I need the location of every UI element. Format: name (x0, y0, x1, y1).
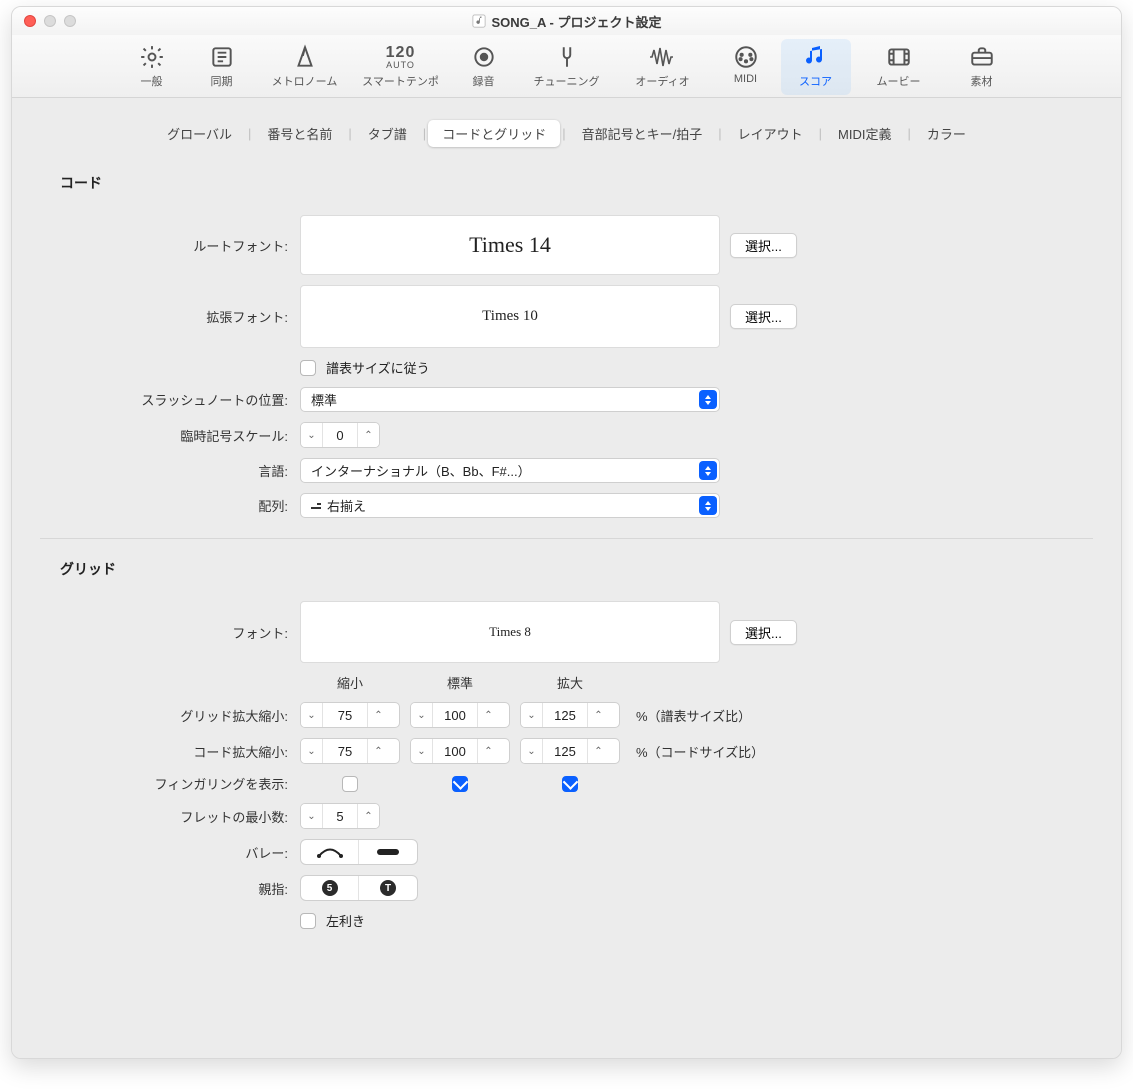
window-title: SONG_A - プロジェクト設定 (12, 12, 1121, 31)
fingering-small-checkbox[interactable] (342, 776, 358, 792)
toolbar-metronome[interactable]: メトロノーム (257, 39, 353, 95)
main-toolbar: 一般 同期 メトロノーム 120 AUTO スマートテンポ 録音 チューニング (12, 35, 1121, 98)
chord-scale-label: コード拡大縮小: (40, 742, 300, 761)
barre-option-bar[interactable] (359, 840, 417, 864)
left-handed-label: 左利き (326, 911, 365, 930)
barre-arc-icon (316, 845, 344, 859)
grid-scale-suffix: %（譜表サイズ比） (630, 706, 1093, 725)
gear-icon (139, 44, 165, 70)
grid-font-display: Times 8 (300, 601, 720, 663)
score-subtabs: グローバル| 番号と名前| タブ譜| コードとグリッド| 音部記号とキー/拍子|… (40, 120, 1093, 147)
follow-staff-size-label: 譜表サイズに従う (326, 358, 430, 377)
min-frets-label: フレットの最小数: (40, 807, 300, 826)
col-large-label: 拡大 (520, 673, 620, 692)
accidental-scale-value: 0 (323, 423, 357, 447)
chord-scale-large-stepper[interactable]: ⌄125⌃ (520, 738, 620, 764)
chevron-up-down-icon (699, 461, 717, 480)
alignment-label: 配列: (40, 496, 300, 515)
left-handed-checkbox[interactable] (300, 913, 316, 929)
language-label: 言語: (40, 461, 300, 480)
accidental-scale-stepper[interactable]: ⌄ 0 ⌃ (300, 422, 380, 448)
midi-icon (733, 44, 759, 70)
barre-bar-icon (374, 847, 402, 857)
subtab-chords-grids[interactable]: コードとグリッド (428, 120, 560, 147)
chevron-up-down-icon (699, 496, 717, 515)
content-area: グローバル| 番号と名前| タブ譜| コードとグリッド| 音部記号とキー/拍子|… (12, 98, 1121, 1058)
ext-font-display: Times 10 (300, 285, 720, 348)
chord-section-title: コード (60, 173, 1093, 193)
toolbar-sync[interactable]: 同期 (187, 39, 257, 95)
col-small-label: 縮小 (300, 673, 400, 692)
subtab-tablature[interactable]: タブ譜 (354, 120, 421, 147)
grid-font-choose-button[interactable]: 選択... (730, 620, 797, 645)
grid-scale-normal-stepper[interactable]: ⌄100⌃ (410, 702, 510, 728)
project-settings-window: SONG_A - プロジェクト設定 一般 同期 メトロノーム 120 AUTO … (11, 6, 1122, 1059)
subtab-midi-meaning[interactable]: MIDI定義 (824, 120, 905, 147)
briefcase-icon (969, 44, 995, 70)
fingering-normal-checkbox[interactable] (452, 776, 468, 792)
show-fingering-label: フィンガリングを表示: (40, 774, 300, 793)
toolbar-movie[interactable]: ムービー (851, 39, 947, 95)
sync-icon (209, 44, 235, 70)
toolbar-audio[interactable]: オーディオ (615, 39, 711, 95)
smarttempo-icon: 120 AUTO (384, 43, 418, 71)
barre-segmented[interactable] (300, 839, 418, 865)
slash-position-label: スラッシュノートの位置: (40, 390, 300, 409)
ext-font-label: 拡張フォント: (40, 307, 300, 326)
section-divider (40, 538, 1093, 539)
grid-scale-large-stepper[interactable]: ⌄125⌃ (520, 702, 620, 728)
tuning-fork-icon (554, 44, 580, 70)
root-font-label: ルートフォント: (40, 236, 300, 255)
root-font-choose-button[interactable]: 選択... (730, 233, 797, 258)
stepper-up-button[interactable]: ⌃ (357, 423, 379, 447)
metronome-icon (292, 44, 318, 70)
subtab-layout[interactable]: レイアウト (724, 120, 817, 147)
thumb-t-icon: T (380, 880, 396, 896)
barre-label: バレー: (40, 843, 300, 862)
toolbar-midi[interactable]: MIDI (711, 39, 781, 95)
col-normal-label: 標準 (410, 673, 510, 692)
subtab-color[interactable]: カラー (913, 120, 980, 147)
music-note-icon (472, 14, 486, 28)
ext-font-choose-button[interactable]: 選択... (730, 304, 797, 329)
grid-font-label: フォント: (40, 623, 300, 642)
slash-position-select[interactable]: 標準 (300, 387, 720, 412)
fingering-large-checkbox[interactable] (562, 776, 578, 792)
align-right-icon (311, 503, 321, 509)
min-frets-stepper[interactable]: ⌄5⌃ (300, 803, 380, 829)
grid-section-title: グリッド (60, 559, 1093, 579)
thumb-5-icon: 5 (322, 880, 338, 896)
subtab-numbers-names[interactable]: 番号と名前 (253, 120, 346, 147)
toolbar-record[interactable]: 録音 (449, 39, 519, 95)
chord-scale-small-stepper[interactable]: ⌄75⌃ (300, 738, 400, 764)
grid-scale-label: グリッド拡大縮小: (40, 706, 300, 725)
subtab-global[interactable]: グローバル (153, 120, 246, 147)
barre-option-arc[interactable] (301, 840, 359, 864)
film-icon (886, 44, 912, 70)
alignment-select[interactable]: 右揃え (300, 493, 720, 518)
chord-scale-normal-stepper[interactable]: ⌄100⌃ (410, 738, 510, 764)
record-icon (471, 44, 497, 70)
toolbar-assets[interactable]: 素材 (947, 39, 1017, 95)
toolbar-tuning[interactable]: チューニング (519, 39, 615, 95)
accidental-scale-label: 臨時記号スケール: (40, 426, 300, 445)
root-font-display: Times 14 (300, 215, 720, 275)
thumb-option-5[interactable]: 5 (301, 876, 359, 900)
chevron-up-down-icon (699, 390, 717, 409)
subtab-clef-key-time[interactable]: 音部記号とキー/拍子 (568, 120, 717, 147)
thumb-option-t[interactable]: T (359, 876, 417, 900)
language-select[interactable]: インターナショナル（B、Bb、F#...） (300, 458, 720, 483)
toolbar-smarttempo[interactable]: 120 AUTO スマートテンポ (353, 39, 449, 95)
grid-scale-small-stepper[interactable]: ⌄75⌃ (300, 702, 400, 728)
toolbar-general[interactable]: 一般 (117, 39, 187, 95)
toolbar-score[interactable]: スコア (781, 39, 851, 95)
music-notes-icon (802, 44, 830, 70)
stepper-down-button[interactable]: ⌄ (301, 423, 323, 447)
thumb-segmented[interactable]: 5 T (300, 875, 418, 901)
chord-scale-suffix: %（コードサイズ比） (630, 742, 1093, 761)
titlebar: SONG_A - プロジェクト設定 (12, 7, 1121, 35)
follow-staff-size-checkbox[interactable] (300, 360, 316, 376)
waveform-icon (648, 46, 678, 68)
thumb-label: 親指: (40, 879, 300, 898)
